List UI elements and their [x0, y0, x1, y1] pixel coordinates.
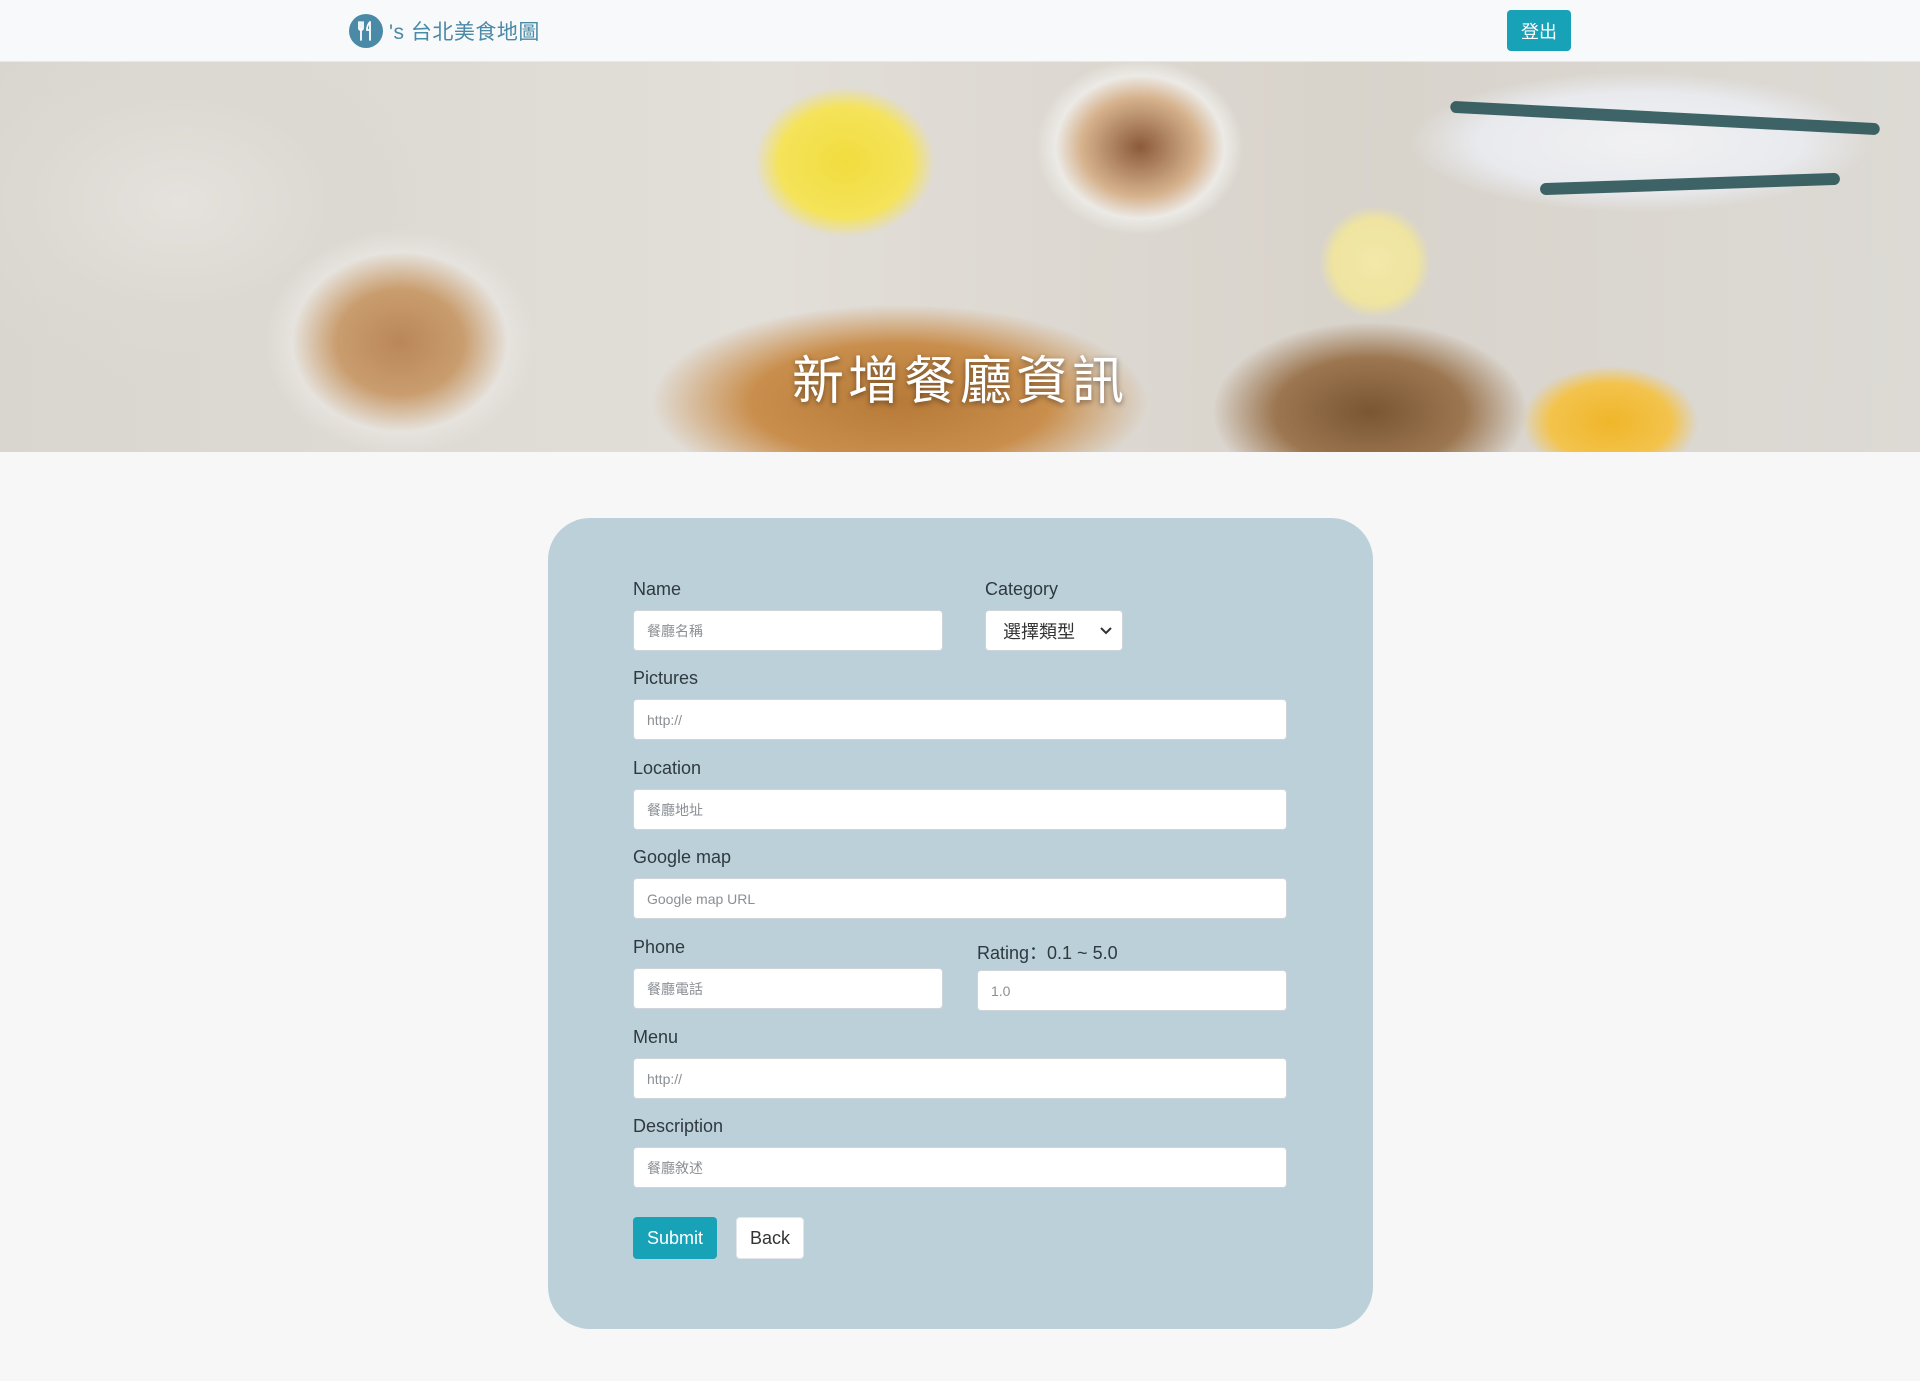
name-label: Name — [633, 579, 682, 599]
description-input[interactable] — [633, 1147, 1287, 1188]
pictures-label: Pictures — [633, 668, 699, 688]
rating-input[interactable] — [977, 970, 1287, 1011]
menu-input[interactable] — [633, 1058, 1287, 1099]
category-label: Category — [985, 579, 1059, 599]
name-input[interactable] — [633, 610, 943, 651]
google-map-input[interactable] — [633, 878, 1287, 919]
phone-input[interactable] — [633, 968, 943, 1009]
utensils-icon — [349, 14, 383, 48]
hero-banner: 新增餐廳資訊 — [0, 62, 1920, 452]
brand-link[interactable]: 's 台北美食地圖 — [349, 13, 540, 49]
description-label: Description — [633, 1116, 724, 1136]
logout-button[interactable]: 登出 — [1507, 10, 1571, 51]
brand-title: 's 台北美食地圖 — [389, 21, 540, 44]
page-title: 新增餐廳資訊 — [791, 352, 1128, 412]
category-select[interactable]: 選擇類型 — [985, 610, 1123, 651]
chevron-down-icon — [1100, 625, 1112, 637]
location-input[interactable] — [633, 789, 1287, 830]
menu-label: Menu — [633, 1027, 679, 1047]
navbar: 's 台北美食地圖 登出 — [0, 0, 1920, 62]
submit-button[interactable]: Submit — [633, 1217, 717, 1259]
google-map-label: Google map — [633, 847, 732, 867]
category-selected-value: 選擇類型 — [1003, 621, 1075, 642]
pictures-input[interactable] — [633, 699, 1287, 740]
phone-label: Phone — [633, 937, 686, 957]
back-button[interactable]: Back — [736, 1217, 804, 1259]
location-label: Location — [633, 758, 702, 778]
rating-label: Rating：0.1 ~ 5.0 — [977, 943, 1118, 963]
